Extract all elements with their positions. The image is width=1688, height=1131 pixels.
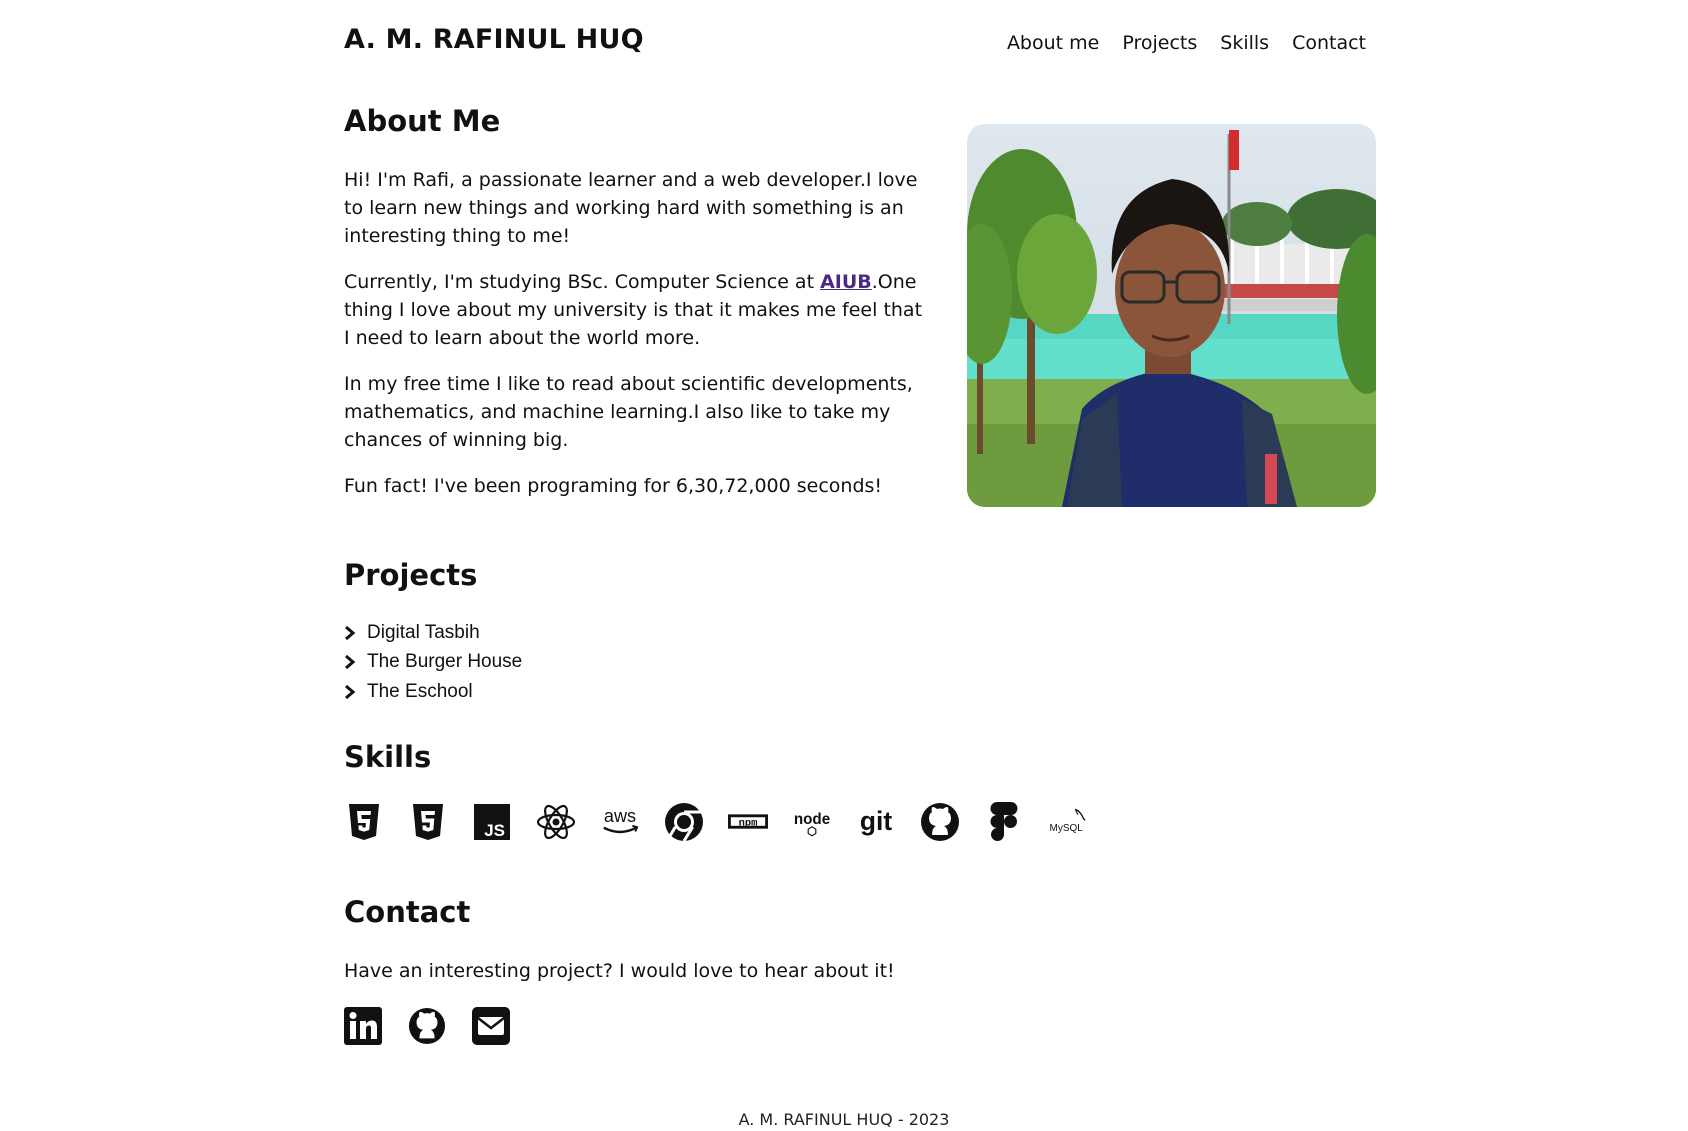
css3-icon xyxy=(408,800,448,844)
svg-text:MySQL: MySQL xyxy=(1050,823,1084,834)
npm-icon: npm xyxy=(728,800,768,844)
nav-skills[interactable]: Skills xyxy=(1220,32,1269,54)
react-icon xyxy=(536,800,576,844)
project-item-eschool[interactable]: The Eschool xyxy=(344,677,522,707)
profile-photo xyxy=(967,124,1376,507)
svg-text:JS: JS xyxy=(484,821,505,840)
projects-heading: Projects xyxy=(344,558,478,592)
email-icon[interactable] xyxy=(472,1006,510,1046)
footer-text: A. M. RAFINUL HUQ - 2023 xyxy=(738,1110,950,1129)
project-item-burger-house[interactable]: The Burger House xyxy=(344,648,522,678)
nav-contact[interactable]: Contact xyxy=(1292,32,1366,54)
top-nav: About me Projects Skills Contact xyxy=(1007,32,1366,54)
project-label: The Eschool xyxy=(367,680,473,702)
git-icon: git xyxy=(856,800,896,844)
project-label: Digital Tasbih xyxy=(367,621,480,643)
contact-heading: Contact xyxy=(344,895,471,929)
html5-icon xyxy=(344,800,384,844)
mysql-icon: MySQL xyxy=(1048,800,1088,844)
profile-photo-illustration xyxy=(967,124,1376,507)
chevron-right-icon xyxy=(345,655,356,670)
projects-list: Digital Tasbih The Burger House The Esch… xyxy=(344,618,522,707)
chrome-icon xyxy=(664,800,704,844)
site-title[interactable]: A. M. RAFINUL HUQ xyxy=(344,24,644,55)
contact-text: Have an interesting project? I would lov… xyxy=(344,960,895,982)
about-paragraph-1: Hi! I'm Rafi, a passionate learner and a… xyxy=(344,169,918,247)
project-item-digital-tasbih[interactable]: Digital Tasbih xyxy=(344,618,522,648)
about-p2-start: Currently, I'm studying BSc. Computer Sc… xyxy=(344,271,821,293)
portfolio-page: A. M. RAFINUL HUQ About me Projects Skil… xyxy=(0,0,1688,1131)
aiub-link[interactable]: AIUB xyxy=(820,271,872,293)
chevron-right-icon xyxy=(345,684,356,699)
skills-heading: Skills xyxy=(344,740,432,774)
about-paragraph-4: Fun fact! I've been programing for 6,30,… xyxy=(344,475,883,497)
svg-text:aws: aws xyxy=(604,806,636,826)
chevron-right-icon xyxy=(345,625,356,640)
svg-text:npm: npm xyxy=(739,817,758,829)
nav-about-me[interactable]: About me xyxy=(1007,32,1099,54)
nodejs-icon: node xyxy=(792,800,832,844)
linkedin-icon[interactable] xyxy=(344,1006,382,1046)
github-icon xyxy=(920,800,960,844)
svg-text:node: node xyxy=(794,811,830,828)
project-label: The Burger House xyxy=(367,651,523,673)
javascript-icon: JS xyxy=(472,800,512,844)
about-paragraph-3: In my free time I like to read about sci… xyxy=(344,373,913,451)
figma-icon xyxy=(984,800,1024,844)
aws-icon: aws xyxy=(600,800,640,844)
contact-links xyxy=(344,1006,510,1046)
skills-icons: JS aws npm node git MySQL xyxy=(344,800,1088,844)
about-heading: About Me xyxy=(344,104,501,138)
about-paragraph-2: Currently, I'm studying BSc. Computer Sc… xyxy=(344,268,924,352)
github-icon[interactable] xyxy=(408,1006,446,1046)
about-text: Hi! I'm Rafi, a passionate learner and a… xyxy=(344,166,924,518)
nav-projects[interactable]: Projects xyxy=(1122,32,1197,54)
svg-text:git: git xyxy=(860,806,892,836)
